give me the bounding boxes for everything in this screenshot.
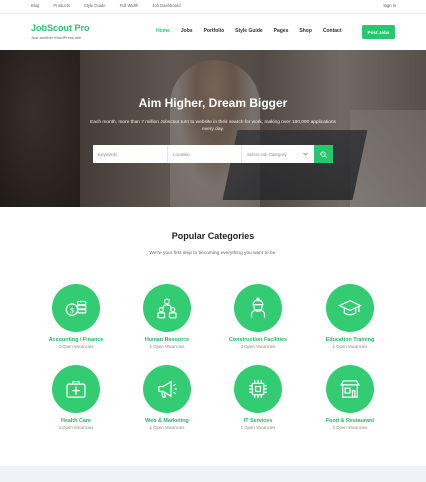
graduation-cap-icon (337, 300, 363, 316)
chevron-down-icon (303, 152, 308, 156)
category-icon-circle (234, 365, 282, 413)
category-count: 3 Open Vacancies (58, 425, 94, 430)
hero-banner: Aim Higher, Dream Bigger Each month, mor… (0, 50, 426, 207)
job-search-bar: Keywords Location Select Job Category (93, 145, 333, 163)
nav-style-guide[interactable]: Style Guide (235, 28, 263, 34)
sign-in-link[interactable]: Sign in (383, 3, 396, 8)
category-icon-circle (326, 284, 374, 332)
categories-subtitle: We're your first step to becoming everyt… (149, 251, 277, 256)
category-icon-circle (143, 284, 191, 332)
nav-pages[interactable]: Pages (274, 28, 289, 34)
category-count: 1 Open Vacancies (240, 425, 276, 430)
category-name: IT Services (243, 418, 273, 424)
category-name: Human Resource (144, 337, 190, 343)
search-button[interactable] (314, 145, 333, 163)
top-link-products[interactable]: Products (53, 3, 70, 8)
money-icon: $ (65, 300, 87, 316)
category-name: Health Care (61, 418, 91, 424)
keywords-input[interactable]: Keywords (93, 145, 168, 163)
category-count: 1 Open Vacancies (149, 425, 185, 430)
worker-icon (250, 297, 266, 318)
category-name: Education Training (325, 337, 375, 343)
category-count: 2 Open Vacancies (58, 344, 94, 349)
top-link-full-width[interactable]: Full Width (120, 3, 139, 8)
category-icon-circle: $ (52, 284, 100, 332)
hero-title: Aim Higher, Dream Bigger (138, 96, 288, 110)
job-category-select[interactable]: Select Job Category (242, 145, 314, 163)
category-education-training[interactable]: Education Training 1 Open Vacancies (300, 284, 400, 349)
category-name: Construction Facilities (228, 337, 288, 343)
svg-text:$: $ (70, 305, 75, 314)
nav-jobs[interactable]: Jobs (181, 28, 193, 34)
nav-shop[interactable]: Shop (299, 28, 312, 34)
site-logo[interactable]: JobScout Pro (31, 23, 90, 33)
post-jobs-button[interactable]: Post Jobs (362, 25, 395, 39)
category-icon-circle (326, 365, 374, 413)
nav-contact[interactable]: Contact (323, 28, 342, 34)
team-icon (157, 298, 177, 319)
hero-subtitle: Each month, more than 7 million Jobscout… (90, 120, 336, 132)
category-count: 2 Open Vacancies (332, 425, 368, 430)
job-category-select-label: Select Job Category (247, 151, 287, 157)
top-links: Blog Products Style Guide Full Width Job… (31, 3, 181, 8)
category-food-restaurant[interactable]: Food & Restaurant 2 Open Vacancies (300, 365, 400, 430)
search-icon (320, 150, 327, 158)
site-tagline: Just another WordPress site (31, 35, 82, 40)
category-name: Food & Restaurant (325, 418, 375, 424)
category-count: 1 Open Vacancies (332, 344, 368, 349)
microchip-icon (249, 380, 267, 398)
category-construction-facilities[interactable]: Construction Facilities 2 Open Vacancies (208, 284, 308, 349)
category-count: 1 Open Vacancies (149, 344, 185, 349)
category-health-care[interactable]: Health Care 3 Open Vacancies (26, 365, 126, 430)
categories-title: Popular Categories (171, 231, 255, 241)
first-aid-kit-icon (66, 381, 86, 398)
top-link-style-guide[interactable]: Style Guide (84, 3, 106, 8)
category-icon-circle (143, 365, 191, 413)
top-bar: Blog Products Style Guide Full Width Job… (0, 0, 426, 14)
location-input[interactable]: Location (168, 145, 242, 163)
nav-portfolio[interactable]: Portfolio (204, 28, 225, 34)
restaurant-icon (339, 380, 361, 398)
category-name: Accounting / Finance (48, 337, 104, 343)
megaphone-icon (158, 380, 177, 398)
category-icon-circle (52, 365, 100, 413)
category-count: 2 Open Vacancies (240, 344, 276, 349)
nav-home[interactable]: Home (156, 28, 170, 34)
top-link-blog[interactable]: Blog (31, 3, 39, 8)
top-link-job-dashboard[interactable]: Job Dashboard (152, 3, 180, 8)
category-web-marketing[interactable]: Web & Marketing 1 Open Vacancies (117, 365, 217, 430)
category-icon-circle (234, 284, 282, 332)
next-section-strip (0, 466, 426, 482)
category-human-resource[interactable]: Human Resource 1 Open Vacancies (117, 284, 217, 349)
category-name: Web & Marketing (145, 418, 189, 424)
site-header: JobScout Pro Just another WordPress site… (0, 14, 426, 50)
category-it-services[interactable]: IT Services 1 Open Vacancies (208, 365, 308, 430)
category-accounting-finance[interactable]: $ Accounting / Finance 2 Open Vacancies (26, 284, 126, 349)
main-nav: Home Jobs Portfolio Style Guide Pages Sh… (156, 28, 353, 34)
